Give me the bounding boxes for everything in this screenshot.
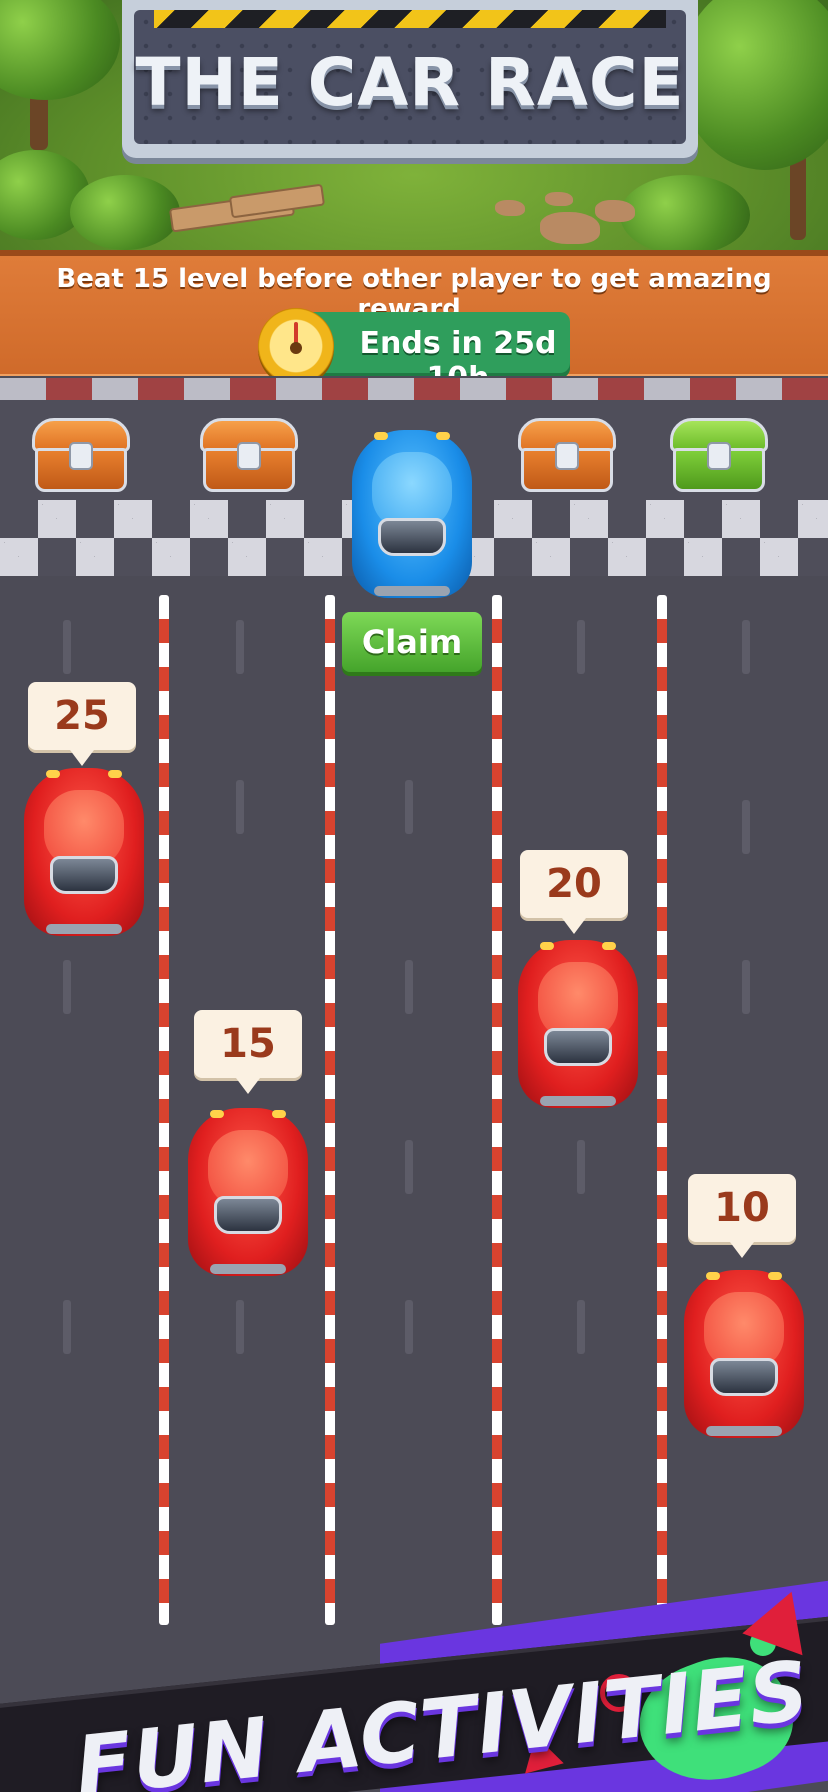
car-windshield xyxy=(710,1358,778,1396)
lane-dash xyxy=(63,620,71,674)
title-sign: THE CAR RACE xyxy=(122,0,698,158)
lane-dash xyxy=(63,1300,71,1354)
lane-dash xyxy=(236,1300,244,1354)
promo-banner: FUN ACTIVITIES xyxy=(0,1576,828,1792)
lock-icon xyxy=(555,442,579,470)
stopwatch-icon xyxy=(258,308,334,384)
rival-level: 10 xyxy=(714,1185,770,1231)
rival-car xyxy=(684,1270,804,1438)
rock xyxy=(595,200,635,222)
rival-level-callout: 20 xyxy=(520,850,628,934)
tree xyxy=(0,0,120,100)
headlight xyxy=(108,770,122,778)
headlight xyxy=(374,432,388,440)
lane-divider xyxy=(159,595,169,1625)
tree xyxy=(680,0,828,170)
reward-chest-green[interactable] xyxy=(670,418,768,494)
lane-dash xyxy=(577,1140,585,1194)
lane-dash xyxy=(405,960,413,1014)
game-screen: THE CAR RACE Beat 15 level before other … xyxy=(0,0,828,1792)
lane-dash xyxy=(742,960,750,1014)
headlight xyxy=(540,942,554,950)
car-windshield xyxy=(50,856,118,894)
headlight xyxy=(436,432,450,440)
rival-level: 20 xyxy=(546,861,602,907)
lane-dash xyxy=(405,1140,413,1194)
lane-dash xyxy=(577,620,585,674)
lane-divider xyxy=(657,595,667,1625)
car-bumper xyxy=(374,586,450,596)
rival-level: 25 xyxy=(54,693,110,739)
lane-dash xyxy=(405,1300,413,1354)
lane-divider xyxy=(492,595,502,1625)
claim-button[interactable]: Claim xyxy=(342,612,482,672)
reward-chest-orange[interactable] xyxy=(32,418,130,494)
event-banner: Beat 15 level before other player to get… xyxy=(0,250,828,396)
headlight xyxy=(46,770,60,778)
lane-dash xyxy=(236,780,244,834)
lane-divider xyxy=(325,595,335,1625)
bush xyxy=(70,175,180,250)
reward-chest-orange[interactable] xyxy=(518,418,616,494)
rock xyxy=(540,212,600,244)
car-bumper xyxy=(540,1096,616,1106)
lock-icon xyxy=(69,442,93,470)
rock xyxy=(545,192,573,206)
player-car xyxy=(352,430,472,598)
headlight xyxy=(272,1110,286,1118)
rival-level-callout: 10 xyxy=(688,1174,796,1258)
hazard-stripe xyxy=(154,10,666,28)
lane-dash xyxy=(742,620,750,674)
car-windshield xyxy=(544,1028,612,1066)
rival-car xyxy=(518,940,638,1108)
lane-dash xyxy=(63,960,71,1014)
stopwatch-center xyxy=(290,342,302,354)
lock-icon xyxy=(237,442,261,470)
reward-chest-orange[interactable] xyxy=(200,418,298,494)
lane-dash xyxy=(577,1300,585,1354)
headlight xyxy=(706,1272,720,1280)
car-bumper xyxy=(706,1426,782,1436)
lane-dash xyxy=(742,800,750,854)
header-scenery: THE CAR RACE xyxy=(0,0,828,255)
bush xyxy=(620,175,750,255)
timer-pill: Ends in 25d 10h xyxy=(300,312,570,396)
rival-level-callout: 15 xyxy=(194,1010,302,1094)
rival-car xyxy=(24,768,144,936)
headlight xyxy=(602,942,616,950)
lock-icon xyxy=(707,442,731,470)
lane-dash xyxy=(405,780,413,834)
rock xyxy=(495,200,525,216)
rival-car xyxy=(188,1108,308,1276)
car-bumper xyxy=(46,924,122,934)
rival-level: 15 xyxy=(220,1021,276,1067)
car-bumper xyxy=(210,1264,286,1274)
car-windshield xyxy=(378,518,446,556)
headlight xyxy=(210,1110,224,1118)
sign-panel: THE CAR RACE xyxy=(134,10,686,144)
lane-dash xyxy=(236,620,244,674)
track-curb xyxy=(0,378,828,400)
rival-level-callout: 25 xyxy=(28,682,136,766)
car-windshield xyxy=(214,1196,282,1234)
page-title: THE CAR RACE xyxy=(135,44,685,121)
headlight xyxy=(768,1272,782,1280)
